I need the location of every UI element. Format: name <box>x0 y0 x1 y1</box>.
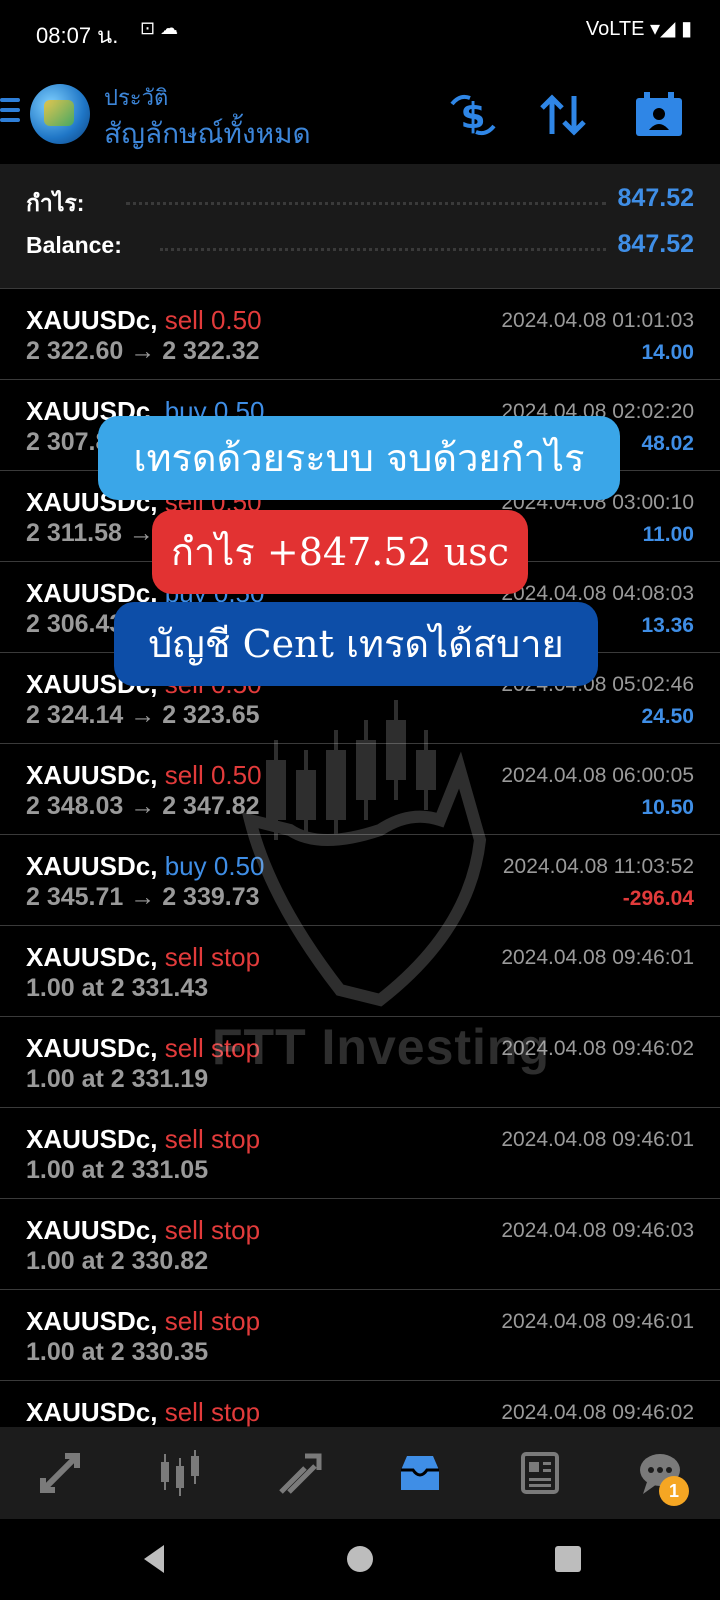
trade-symbol: XAUUSDc, sell 0.50 <box>26 305 262 336</box>
menu-icon[interactable] <box>0 98 20 126</box>
status-bar: 08:07 น. ⊡ ☁ VoLTE ▾◢ ▮ <box>0 0 720 64</box>
trade-type: sell stop <box>164 1397 261 1427</box>
trade-row[interactable]: XAUUSDc, sell stop 1.00 at 2 330.82 2024.0… <box>0 1199 720 1290</box>
trade-time: 2024.04.08 09:46:01 <box>501 946 694 969</box>
news-tab-icon[interactable] <box>505 1438 575 1508</box>
watermark: FTT Investing <box>212 700 549 1090</box>
trade-profit: 14.00 <box>641 341 694 364</box>
trade-symbol: XAUUSDc, sell stop <box>26 942 260 973</box>
trade-time: 2024.04.08 11:03:52 <box>502 855 694 878</box>
symbol-name: XAUUSDc, <box>26 760 158 790</box>
trade-type: sell 0.50 <box>164 305 262 335</box>
watermark-text: FTT Investing <box>212 1019 550 1075</box>
svg-text:$: $ <box>460 96 485 137</box>
calendar-icon[interactable] <box>632 90 686 140</box>
trade-tab-icon[interactable] <box>265 1438 335 1508</box>
unread-badge: 1 <box>659 1476 689 1506</box>
trade-profit: 48.02 <box>641 432 694 455</box>
app-bar: ประวัติ สัญลักษณ์ทั้งหมด $ <box>0 64 720 164</box>
balance-row: Balance: 847.52 <box>26 228 694 268</box>
balance-label: Balance: <box>26 232 122 258</box>
trade-profit: 24.50 <box>641 705 694 728</box>
symbol-name: XAUUSDc, <box>26 942 158 972</box>
trade-type: sell stop <box>164 1124 261 1154</box>
back-icon[interactable] <box>134 1539 174 1579</box>
balance-value: 847.52 <box>617 230 694 258</box>
metatrader-logo-icon <box>30 84 90 144</box>
trade-type: sell stop <box>164 1215 261 1245</box>
page-title[interactable]: สัญลักษณ์ทั้งหมด <box>104 112 311 156</box>
trade-type: sell stop <box>164 1306 261 1336</box>
trade-price: 2 306.43 <box>26 610 124 638</box>
promo-banner-headline: เทรดด้วยระบบ จบด้วยกำไร <box>98 416 620 500</box>
trade-row[interactable]: XAUUSDc, sell 0.50 2 322.60 → 2 322.32 202… <box>0 289 720 380</box>
trade-price: 2 307.8 <box>26 428 110 456</box>
chart-tab-icon[interactable] <box>145 1438 215 1508</box>
quotes-tab-icon[interactable] <box>25 1438 95 1508</box>
trade-price: 1.00 at 2 330.35 <box>26 1338 209 1366</box>
bottom-nav: 1 <box>0 1427 720 1519</box>
messages-tab-icon[interactable]: 1 <box>625 1438 695 1508</box>
trade-price: 2 322.60 → 2 322.32 <box>26 337 260 365</box>
trade-time: 2024.04.08 09:46:01 <box>501 1128 694 1151</box>
trade-row[interactable]: XAUUSDc, sell stop 1.00 at 2 330.35 2024.0… <box>0 1290 720 1381</box>
trade-symbol: XAUUSDc, sell 0.50 <box>26 760 262 791</box>
status-indicators: VoLTE ▾◢ ▮ <box>585 18 692 40</box>
trade-time: 2024.04.08 09:46:01 <box>501 1310 694 1333</box>
trade-time: 2024.04.08 06:00:05 <box>501 764 694 787</box>
promo-banner-cent: บัญชี Cent เทรดได้สบาย <box>114 602 598 686</box>
trade-price: 2 324.14 → 2 323.65 <box>26 701 260 729</box>
history-tab-icon[interactable] <box>385 1438 455 1508</box>
recents-icon[interactable] <box>548 1539 588 1579</box>
sort-icon[interactable] <box>536 90 590 140</box>
symbol-name: XAUUSDc, <box>26 1033 158 1063</box>
symbol-name: XAUUSDc, <box>26 1306 158 1336</box>
profit-value: 847.52 <box>617 184 694 212</box>
symbol-name: XAUUSDc, <box>26 851 158 881</box>
deposit-icon[interactable]: $ <box>446 90 500 140</box>
trade-price: 1.00 at 2 331.43 <box>26 974 209 1002</box>
trade-time: 2024.04.08 09:46:03 <box>501 1219 694 1242</box>
account-summary: กำไร: 847.52 Balance: 847.52 <box>0 164 720 289</box>
bull-candles-icon <box>241 700 487 1007</box>
page-subtitle: ประวัติ <box>104 85 169 110</box>
trade-time: 2024.04.08 01:01:03 <box>501 309 694 332</box>
trade-symbol: XAUUSDc, sell stop <box>26 1215 260 1246</box>
trade-price: 1.00 at 2 330.82 <box>26 1247 209 1275</box>
trade-row[interactable]: XAUUSDc, sell stop 1.00 at 2 331.05 2024.0… <box>0 1108 720 1199</box>
trade-symbol: XAUUSDc, sell stop <box>26 1124 260 1155</box>
dotted-leader <box>160 248 606 251</box>
trade-symbol: XAUUSDc, sell stop <box>26 1397 260 1427</box>
profit-row: กำไร: 847.52 <box>26 182 694 222</box>
trade-price: 2 348.03 → 2 347.82 <box>26 792 260 820</box>
trade-profit: -296.04 <box>622 887 694 910</box>
status-time: 08:07 น. <box>36 23 119 48</box>
trade-price: 2 345.71 → 2 339.73 <box>26 883 260 911</box>
trade-price: 1.00 at 2 331.19 <box>26 1065 209 1093</box>
trade-price: 2 311.58 → <box>26 519 154 547</box>
system-nav-bar <box>0 1519 720 1600</box>
trade-profit: 11.00 <box>642 523 694 546</box>
home-icon[interactable] <box>340 1539 380 1579</box>
trade-profit: 13.36 <box>641 614 694 637</box>
trade-symbol: XAUUSDc, sell stop <box>26 1306 260 1337</box>
symbol-name: XAUUSDc, <box>26 1397 158 1427</box>
trade-time: 2024.04.08 09:46:02 <box>501 1401 694 1424</box>
profit-label: กำไร: <box>26 190 85 216</box>
trade-symbol: XAUUSDc, buy 0.50 <box>26 851 264 882</box>
promo-banner-profit: กำไร +847.52 usc <box>152 510 528 594</box>
dotted-leader <box>126 202 606 205</box>
symbol-name: XAUUSDc, <box>26 1124 158 1154</box>
trade-profit: 10.50 <box>641 796 694 819</box>
trade-price: 1.00 at 2 331.05 <box>26 1156 209 1184</box>
symbol-name: XAUUSDc, <box>26 1215 158 1245</box>
trade-row[interactable]: XAUUSDc, sell stop 2024.04.08 09:46:02 <box>0 1381 720 1427</box>
notification-icons: ⊡ ☁ <box>140 18 179 38</box>
symbol-name: XAUUSDc, <box>26 305 158 335</box>
